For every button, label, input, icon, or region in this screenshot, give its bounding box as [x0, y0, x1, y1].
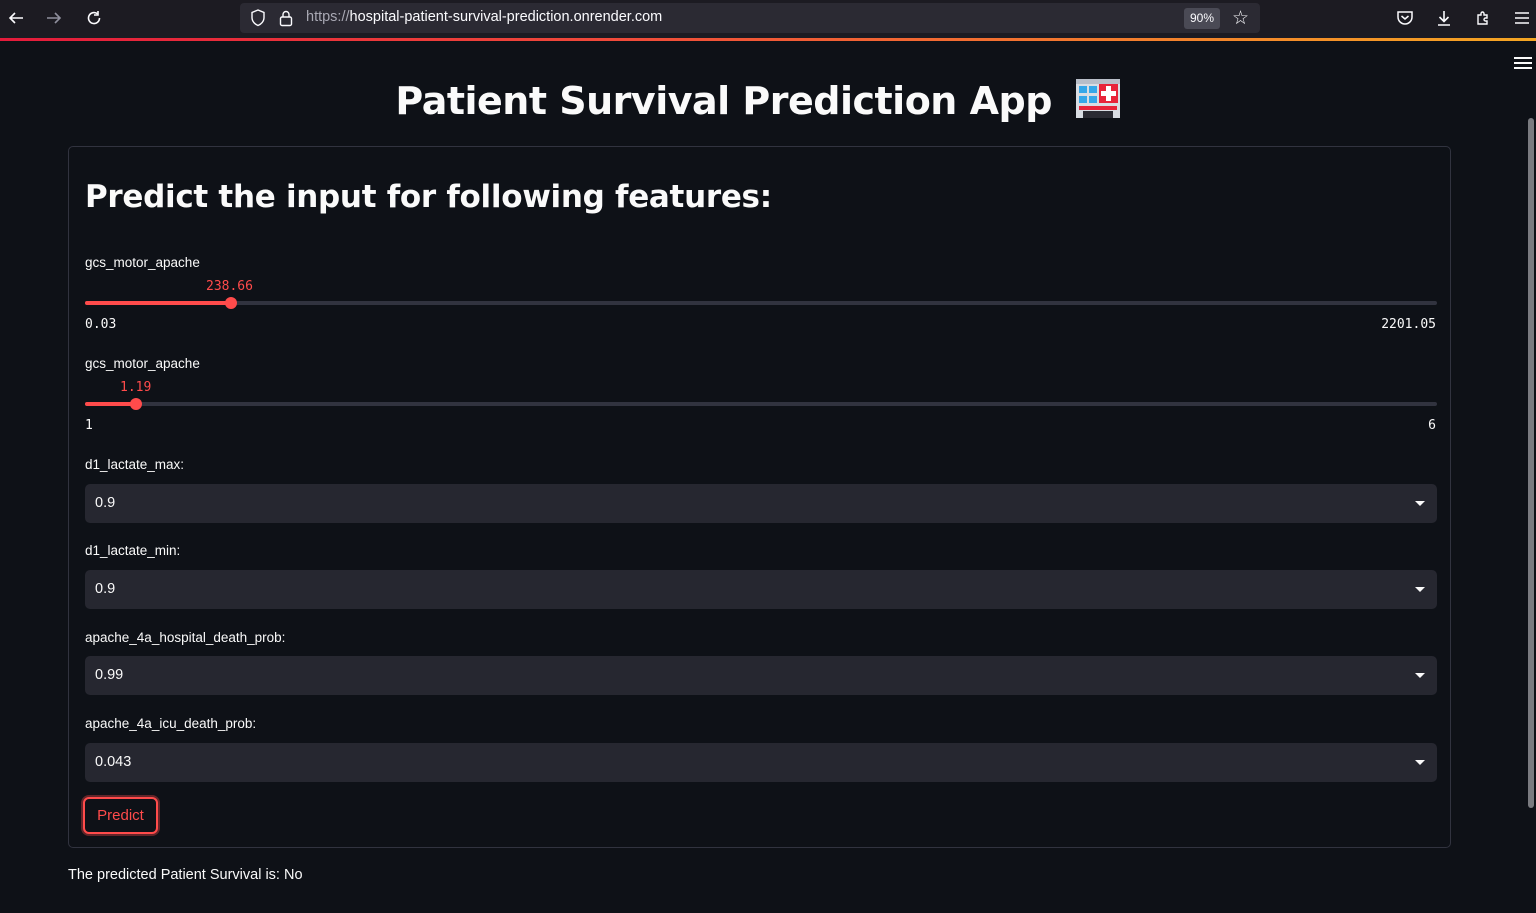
pocket-button[interactable] — [1392, 6, 1418, 30]
slider-1-thumb[interactable] — [225, 297, 238, 309]
select-3-label: apache_4a_hospital_death_prob: — [85, 630, 286, 645]
slider-2-track[interactable] — [85, 402, 1437, 406]
slider-2-label: gcs_motor_apache — [85, 356, 200, 371]
slider-1-min: 0.03 — [85, 317, 117, 332]
select-1-value: 0.9 — [95, 495, 116, 511]
pocket-icon — [1397, 11, 1413, 25]
slider-1-value: 238.66 — [206, 279, 253, 294]
caret-down-icon — [1415, 673, 1425, 678]
page-title: Patient Survival Prediction App — [0, 78, 1516, 123]
lock-icon[interactable] — [278, 9, 294, 27]
slider-1-max: 2201.05 — [1381, 317, 1436, 332]
slider-2-value: 1.19 — [120, 380, 152, 395]
arrow-right-icon — [47, 12, 62, 24]
extensions-button[interactable] — [1470, 6, 1496, 30]
zoom-level-badge[interactable]: 90% — [1184, 8, 1221, 29]
caret-down-icon — [1415, 501, 1425, 506]
app-menu-button[interactable] — [1514, 54, 1532, 72]
select-4-label: apache_4a_icu_death_prob: — [85, 716, 257, 731]
loading-progress-line — [0, 38, 1536, 41]
puzzle-icon — [1477, 11, 1488, 25]
icu-death-prob-select[interactable]: 0.043 — [85, 743, 1437, 782]
address-bar[interactable]: https://hospital-patient-survival-predic… — [240, 3, 1260, 33]
url-host: hospital-patient-survival-prediction.onr… — [349, 9, 663, 25]
url-protocol: https:// — [306, 9, 350, 25]
slider-1-label: gcs_motor_apache — [85, 255, 200, 270]
slider-2-fill — [85, 402, 137, 406]
back-button[interactable] — [2, 6, 30, 30]
prediction-result: The predicted Patient Survival is: No — [68, 867, 303, 883]
browser-menu-button[interactable] — [1509, 6, 1535, 30]
select-2-label: d1_lactate_min: — [85, 543, 181, 558]
d1-lactate-max-select[interactable]: 0.9 — [85, 484, 1437, 523]
slider-2-max: 6 — [1428, 418, 1436, 433]
reload-icon — [87, 11, 101, 25]
prediction-form: Predict the input for following features… — [68, 146, 1451, 848]
arrow-left-icon — [8, 12, 23, 24]
predict-button[interactable]: Predict — [83, 797, 158, 834]
reload-button[interactable] — [80, 6, 108, 30]
select-2-value: 0.9 — [95, 581, 116, 597]
hamburger-icon — [1515, 12, 1529, 24]
browser-toolbar: https://hospital-patient-survival-predic… — [0, 0, 1536, 40]
select-3-value: 0.99 — [95, 667, 124, 683]
download-icon — [1438, 11, 1450, 26]
caret-down-icon — [1415, 587, 1425, 592]
d1-lactate-min-select[interactable]: 0.9 — [85, 570, 1437, 609]
hospital-death-prob-select[interactable]: 0.99 — [85, 656, 1437, 695]
slider-2-min: 1 — [85, 418, 93, 433]
downloads-button[interactable] — [1431, 6, 1457, 30]
caret-down-icon — [1415, 760, 1425, 765]
slider-1-track[interactable] — [85, 301, 1437, 305]
page-title-text: Patient Survival Prediction App — [395, 79, 1052, 123]
slider-1-fill — [85, 301, 232, 305]
page-scrollbar[interactable] — [1528, 118, 1534, 808]
slider-2-thumb[interactable] — [130, 398, 143, 410]
select-1-label: d1_lactate_max: — [85, 457, 185, 472]
url-text[interactable]: https://hospital-patient-survival-predic… — [306, 9, 662, 25]
form-heading: Predict the input for following features… — [85, 179, 772, 215]
select-4-value: 0.043 — [95, 754, 132, 770]
bookmark-star-icon[interactable]: ☆ — [1232, 7, 1249, 30]
forward-button[interactable] — [40, 6, 68, 30]
hospital-icon — [1075, 79, 1120, 118]
shield-icon[interactable] — [250, 9, 266, 27]
